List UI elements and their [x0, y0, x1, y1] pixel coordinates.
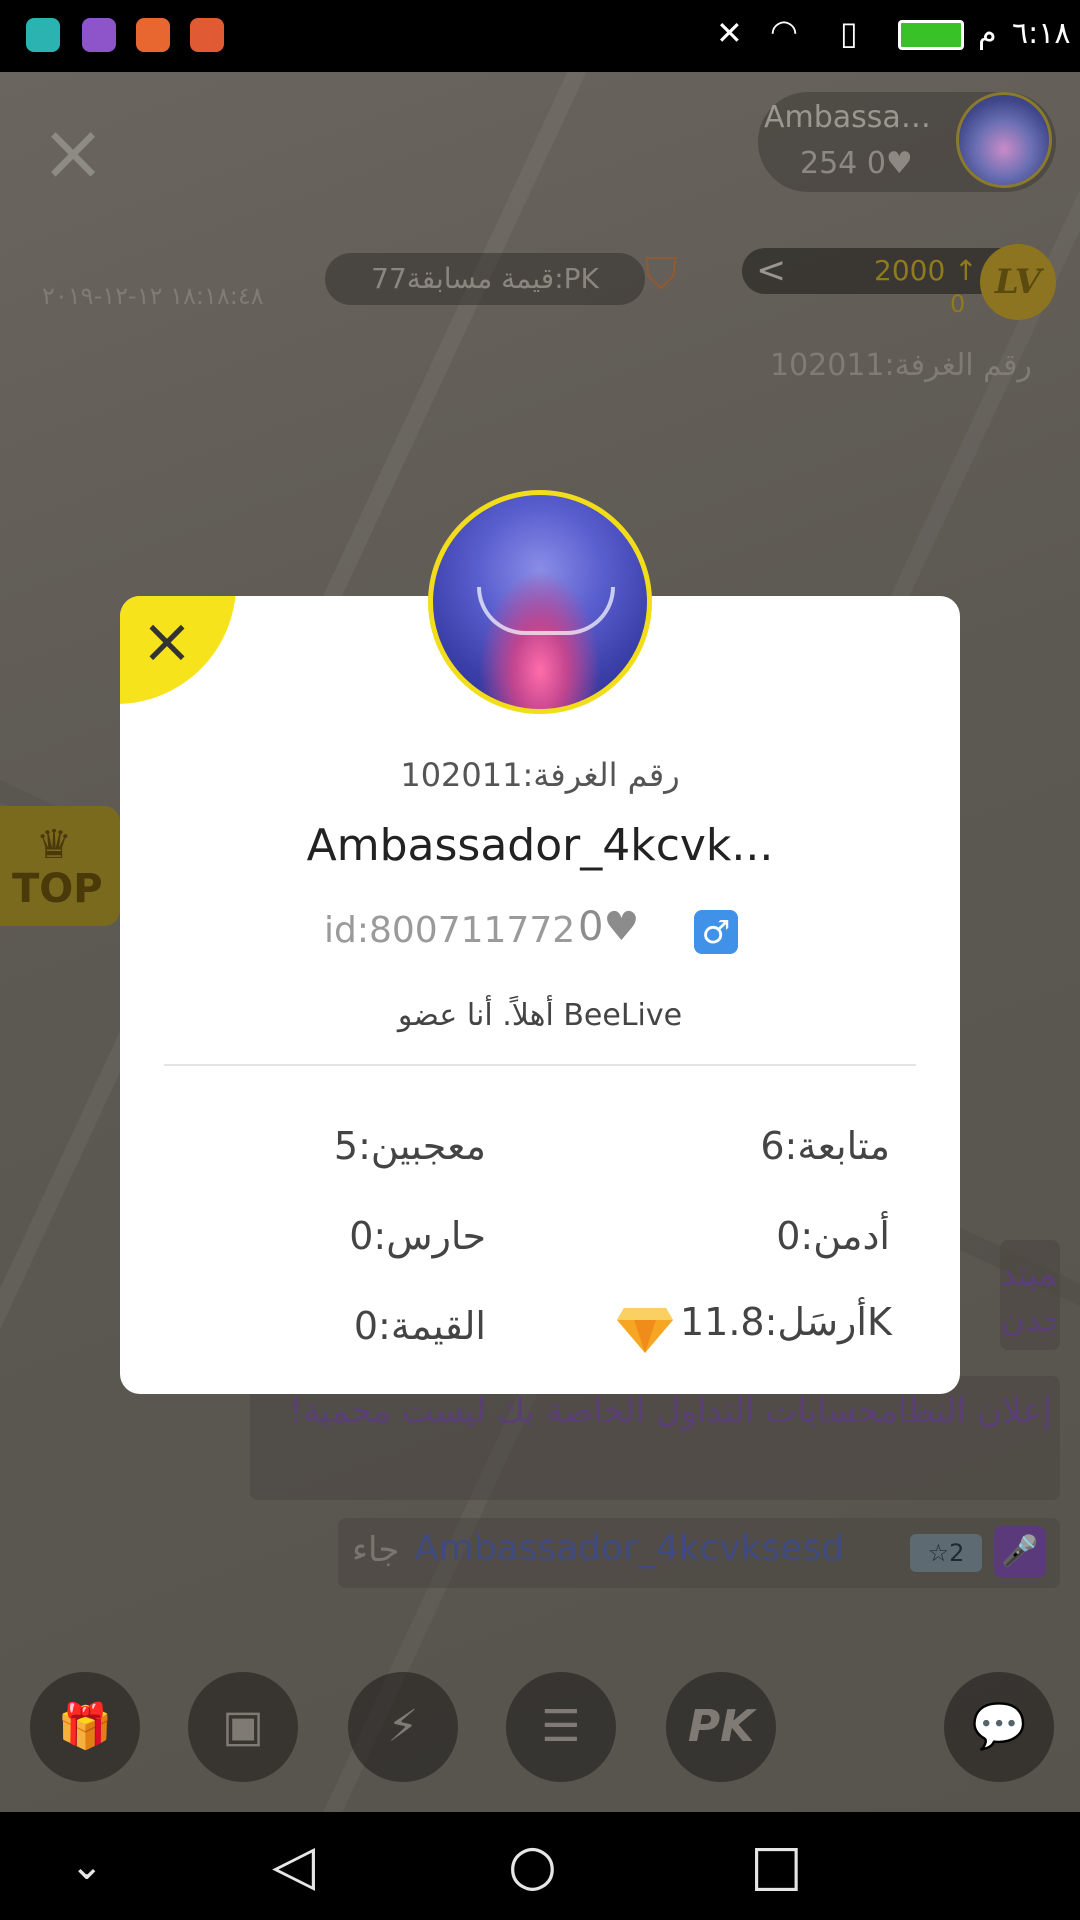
nav-recents-icon[interactable]: □: [750, 1836, 803, 1896]
profile-room-number: رقم الغرفة:102011: [400, 756, 680, 794]
heart-icon: ♥: [885, 146, 913, 181]
chat-text-partial: المبتد: [1000, 1254, 1056, 1294]
chat-text-partial: وجدن: [1000, 1300, 1056, 1340]
level-badge: LV: [980, 244, 1056, 320]
nav-back-icon[interactable]: ◁: [272, 1836, 315, 1896]
gallery-icon: [82, 18, 116, 52]
profile-avatar[interactable]: [428, 490, 652, 714]
host-avatar[interactable]: [956, 92, 1052, 188]
room-number-header: رقم الغرفة:102011: [770, 348, 1032, 383]
join-suffix: جاء: [352, 1530, 400, 1570]
host-stats: 254 0♥: [800, 146, 913, 181]
host-name: Ambassad...: [764, 100, 944, 135]
sent-stat: أرسَل:11.8K: [680, 1300, 892, 1344]
nav-collapse-icon[interactable]: ⌄: [70, 1836, 104, 1896]
wifi-icon: ◠: [770, 12, 798, 50]
join-user-name[interactable]: Ambassador_4kcvksesd: [414, 1528, 844, 1569]
profile-id: id:800711772: [324, 910, 576, 951]
arrow-up-icon: ↑: [954, 254, 978, 287]
message-icon[interactable]: ☰: [506, 1672, 616, 1782]
profile-hearts-value: 0: [578, 904, 604, 950]
close-room-icon[interactable]: ×: [40, 114, 106, 192]
treasure-chest-icon[interactable]: ▣: [188, 1672, 298, 1782]
following-stat[interactable]: متابعة:6: [600, 1124, 890, 1168]
profile-bio: أهلاً. أنا عضو BeeLive: [397, 998, 683, 1033]
pk-icon[interactable]: PK: [666, 1672, 776, 1782]
sim-icon: ▯: [840, 14, 858, 52]
android-icon: [26, 18, 60, 52]
mute-icon: ✕: [716, 14, 743, 52]
clock: ٦:١٨: [1012, 16, 1071, 51]
music-icon: [190, 18, 224, 52]
pk-shield-icon: ⛉: [644, 249, 678, 300]
battery-icon: [898, 20, 964, 50]
admin-stat: أدمن:0: [776, 1214, 890, 1258]
flash-camera-icon[interactable]: ⚡: [348, 1672, 458, 1782]
pk-value-pill: قيمة مسابقة77:PK: [325, 253, 645, 305]
profile-name: Ambassador_4kcvk...: [306, 820, 774, 871]
guard-stat: حارس:0: [349, 1214, 486, 1258]
divider: [164, 1064, 916, 1066]
star-icon: ☆: [927, 1539, 950, 1567]
room-date: ١٨:١٨:٤٨ ١٢-١٢-٢٠١٩: [42, 282, 264, 310]
crown-icon: ♛: [36, 822, 72, 868]
host-score: 254: [800, 146, 858, 181]
level-count-value: 2000: [874, 254, 946, 287]
chevron-left-icon[interactable]: <: [756, 250, 786, 291]
close-icon[interactable]: ×: [134, 610, 200, 676]
heart-icon: ♥: [603, 904, 640, 950]
music-icon: [136, 18, 170, 52]
chat-bubble-icon[interactable]: 💬: [944, 1672, 1054, 1782]
value-stat: القيمة:0: [353, 1304, 486, 1348]
user-level-badge: ☆2: [910, 1534, 982, 1572]
user-level-value: 2: [949, 1539, 965, 1567]
microphone-icon: 🎤: [994, 1526, 1046, 1578]
diamond-icon: [617, 1308, 673, 1353]
level-count: 2000 ↑: [874, 254, 978, 287]
male-gender-icon: ♂: [694, 910, 738, 954]
ampm-label: م: [978, 16, 997, 51]
gift-icon[interactable]: 🎁: [30, 1672, 140, 1782]
fans-stat[interactable]: معجبين:5: [200, 1124, 486, 1168]
level-sub: 0: [950, 290, 966, 318]
profile-card: ×: [120, 596, 960, 1394]
profile-hearts: 0♥: [578, 904, 639, 950]
nav-home-icon[interactable]: ○: [508, 1836, 557, 1896]
top-label: TOP: [12, 866, 103, 912]
host-hearts: 0: [866, 146, 886, 181]
